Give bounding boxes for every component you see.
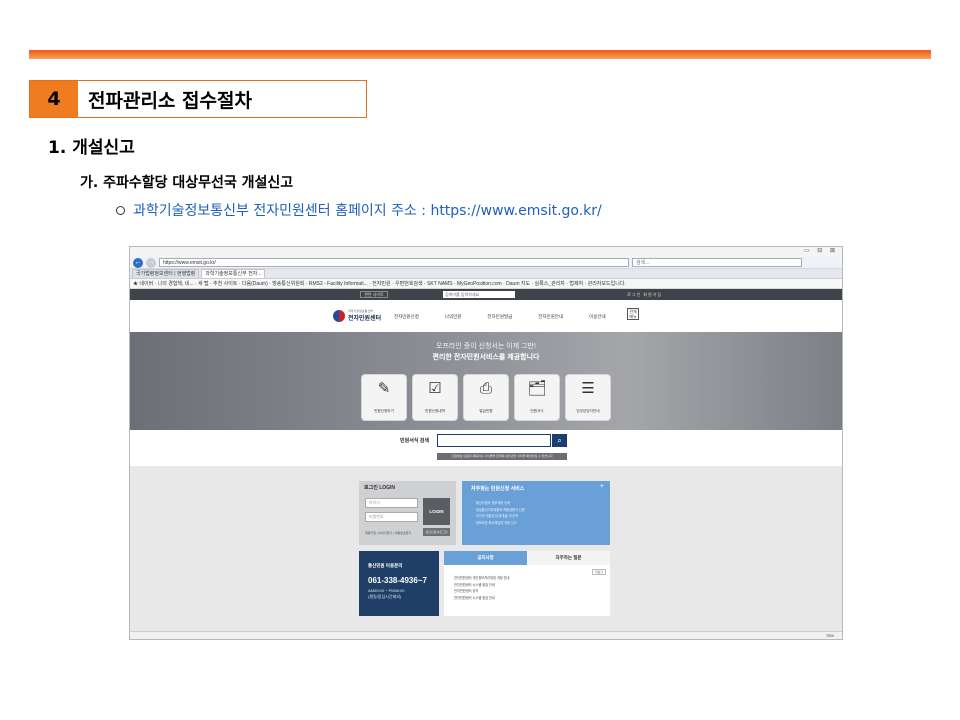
all-menu-icon[interactable]: 전체메뉴 — [627, 308, 639, 320]
browser-tab[interactable]: 국가법령정보센터 | 현행법령 — [132, 269, 200, 278]
logo-title: 전자민원센터 — [348, 316, 382, 322]
browser-tab-active[interactable]: 과학기술정보통신부 전자... — [201, 269, 266, 278]
site-logo[interactable]: 과학기술정보통신부 전자민원센터 — [333, 309, 381, 322]
section-title-box: 4 전파관리소 접수절차 — [29, 80, 367, 118]
more-button[interactable]: 더보기 — [592, 569, 606, 575]
hero-line-1: 오프라인 종이 신청서는 이제 그만! — [436, 343, 536, 350]
form-search-label: 민원서식 검색 — [400, 438, 429, 444]
plus-icon[interactable]: + — [600, 483, 604, 490]
login-title: 로그인 LOGIN — [364, 485, 396, 491]
call-center-number: 061-338-4936~7 — [368, 576, 427, 585]
hero-banner: 오프라인 종이 신청서는 이제 그만! 편리한 전자민원서비스를 제공합니다 ✎… — [130, 332, 842, 430]
notice-panel: 공지사항 자주하는 질문 더보기 전자민원센터 개인정보처리방침 개정 안내 전… — [444, 551, 610, 616]
call-hours-note: (평일/점심시간제외) — [368, 594, 402, 599]
list-item[interactable]: · 정보보호 최고책임자 지정 신고 — [474, 520, 525, 527]
site-utility-bar: 관련 사이트 검색어를 입력하세요 로그인 회원가입 — [130, 289, 842, 300]
favorites-bar[interactable]: ★ 네이버 · 나의 경험책, 네... · 새 탭 · 추천 사이트 · 다음… — [130, 279, 842, 289]
quick-history-button[interactable]: ☑ 민원신청내역 — [412, 374, 458, 421]
login-panel: 로그인 LOGIN 아이디 비밀번호 LOGIN 공인인증서로그인 회원가입 |… — [359, 481, 456, 545]
tab-notice[interactable]: 공지사항 — [444, 551, 527, 565]
section-title: 전파관리소 접수절차 — [88, 89, 252, 112]
back-arrow-icon[interactable]: ← — [133, 257, 143, 268]
form-search-section: 민원서식 검색 ⌕ 신청하실 민원의 제목이나 서식명을 입력하시면 관련 서식… — [130, 430, 842, 470]
browser-titlebar: ▭ ⊟ ⊠ — [130, 247, 842, 257]
cert-login-button[interactable]: 공인인증서로그인 — [423, 528, 450, 536]
search-icon[interactable]: ⌕ — [552, 434, 567, 447]
bullet-item: 과학기술정보통신부 전자민원센터 홈페이지 주소 : https://www.e… — [116, 200, 602, 220]
login-button[interactable]: LOGIN — [423, 498, 450, 525]
menu-item[interactable]: 나의민원 — [445, 314, 462, 320]
hero-line-2: 편리한 전자민원서비스를 제공합니다 — [432, 354, 540, 361]
site-top-search-input[interactable]: 검색어를 입력하세요 — [443, 291, 515, 298]
main-menu: 전자민원신청 나의민원 전자민원발급 전자민원안내 이용안내 — [394, 314, 606, 320]
notice-list: 전자민원센터 개인정보처리방침 개정 안내 전자민원센터 시스템 점검 안내 전… — [454, 575, 509, 601]
printer-icon: ⎙ — [479, 380, 492, 397]
folder-search-icon: 🗂 — [527, 380, 547, 397]
list-item[interactable]: 전자민원센터 개인정보처리방침 개정 안내 — [454, 575, 509, 582]
quick-issue-button[interactable]: ⎙ 발급민원 — [463, 374, 509, 421]
related-sites-button[interactable]: 관련 사이트 — [360, 291, 388, 298]
window-controls-icon[interactable]: ▭ ⊟ ⊠ — [804, 247, 838, 254]
browser-search-input[interactable]: 검색... — [632, 258, 802, 267]
password-input[interactable]: 비밀번호 — [365, 512, 418, 522]
menu-item[interactable]: 이용안내 — [589, 314, 606, 320]
government-emblem-icon — [333, 309, 345, 322]
menu-item[interactable]: 전자민원안내 — [538, 314, 563, 320]
homepage-address-text[interactable]: 과학기술정보통신부 전자민원센터 홈페이지 주소 : https://www.e… — [133, 200, 602, 220]
login-join-links[interactable]: 로그인 회원가입 — [627, 291, 662, 298]
slide-top-accent-bar — [29, 50, 931, 59]
browser-address-bar: ← → https://www.emsit.go.kr/ 검색... — [130, 257, 842, 269]
quick-menu: ✎ 민원신청하기 ☑ 민원신청내역 ⎙ 발급민원 🗂 민원서식 ☰ 업무담당자안… — [361, 374, 611, 421]
list-item[interactable]: 전자민원센터 시스템 점검 안내 — [454, 595, 509, 602]
call-center-panel: 통신민원 이용문의 061-338-4936~7 AM09:00 ~ PM06:… — [359, 551, 439, 616]
site-lower-section: 로그인 LOGIN 아이디 비밀번호 LOGIN 공인인증서로그인 회원가입 |… — [130, 466, 842, 631]
frequent-services-panel: 자주찾는 민원신청 서비스 + · 통신사업자 정부재정 공개 · 방송통신기자… — [462, 481, 610, 545]
zoom-level[interactable]: 75% — [826, 633, 834, 638]
browser-tab-strip: 국가법령정보센터 | 현행법령 과학기술정보통신부 전자... — [130, 269, 842, 279]
tab-faq[interactable]: 자주하는 질문 — [527, 551, 610, 565]
frequent-services-title: 자주찾는 민원신청 서비스 — [471, 486, 525, 492]
pencil-icon: ✎ — [377, 380, 391, 397]
quick-forms-button[interactable]: 🗂 민원서식 — [514, 374, 560, 421]
heading-level-1: 1. 개설신고 — [48, 138, 135, 158]
heading-level-2: 가. 주파수할당 대상무선국 개설신고 — [80, 175, 294, 191]
site-gnb: 과학기술정보통신부 전자민원센터 전자민원신청 나의민원 전자민원발급 전자민원… — [130, 300, 842, 332]
browser-status-bar: 75% — [130, 631, 842, 639]
section-number: 4 — [30, 81, 78, 117]
form-search-input[interactable] — [437, 434, 551, 447]
website-screenshot: ▭ ⊟ ⊠ ← → https://www.emsit.go.kr/ 검색...… — [129, 246, 843, 640]
menu-item[interactable]: 전자민원발급 — [487, 314, 512, 320]
call-center-title: 통신민원 이용문의 — [368, 563, 403, 568]
list-item[interactable]: · 무선국 개설신고(재개설) 무선국 — [474, 513, 525, 520]
url-input[interactable]: https://www.emsit.go.kr/ — [159, 258, 629, 267]
quick-contact-button[interactable]: ☰ 업무담당자안내 — [565, 374, 611, 421]
logo-ministry: 과학기술정보통신부 — [348, 309, 373, 313]
forward-arrow-icon[interactable]: → — [146, 257, 156, 268]
circle-bullet-icon — [116, 205, 125, 215]
document-list-icon: ☰ — [581, 380, 595, 397]
id-input[interactable]: 아이디 — [365, 498, 418, 508]
account-links[interactable]: 회원가입 | 아이디찾기 | 비밀번호찾기 — [365, 531, 411, 535]
search-hint: 신청하실 민원의 제목이나 서식명을 입력하시면 관련 서식을 확인하실 수 있… — [437, 453, 567, 460]
frequent-services-list: · 통신사업자 정부재정 공개 · 방송통신기자재등의 적합성평가 신청 · 무… — [474, 500, 525, 526]
menu-item[interactable]: 전자민원신청 — [394, 314, 419, 320]
quick-apply-button[interactable]: ✎ 민원신청하기 — [361, 374, 407, 421]
clipboard-check-icon: ☑ — [428, 380, 442, 397]
